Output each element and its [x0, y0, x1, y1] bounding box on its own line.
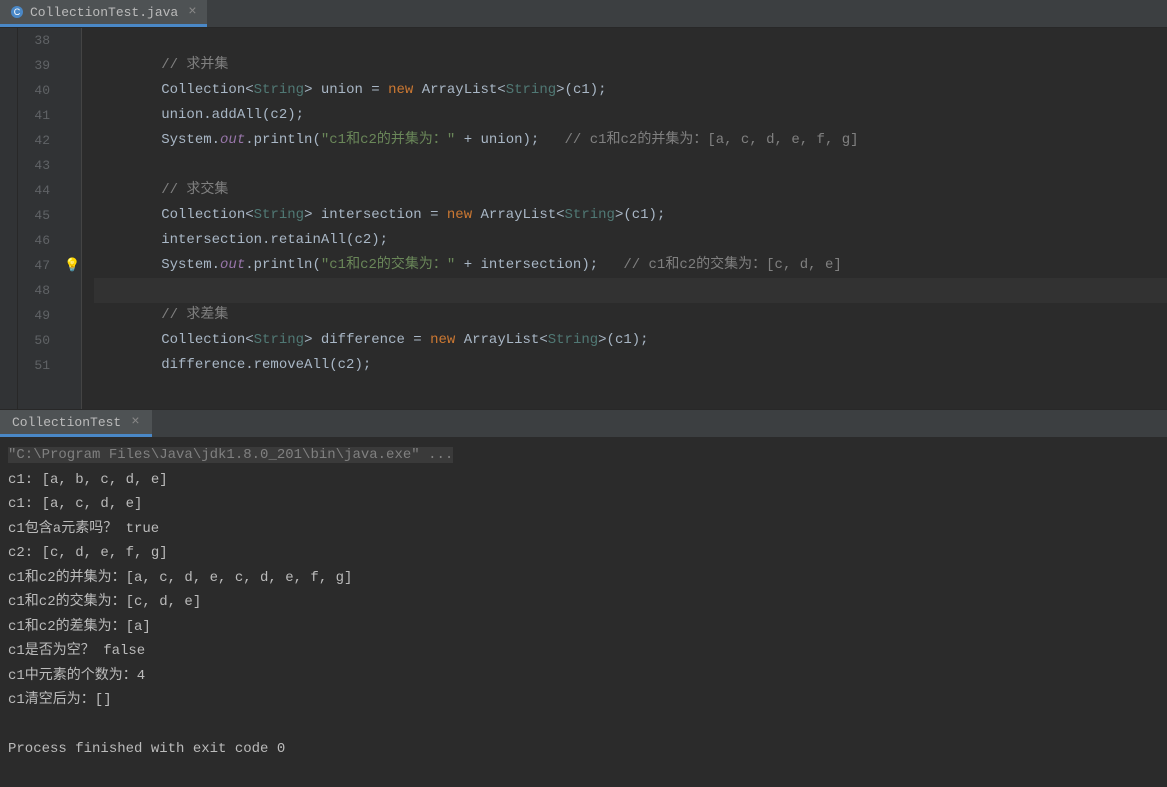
code-line[interactable]: // 求交集: [94, 178, 1167, 203]
code-line[interactable]: System.out.println("c1和c2的交集为：" + inters…: [94, 253, 1167, 278]
console-output[interactable]: "C:\Program Files\Java\jdk1.8.0_201\bin\…: [0, 437, 1167, 787]
code-line[interactable]: Collection<String> difference = new Arra…: [94, 328, 1167, 353]
console-command: "C:\Program Files\Java\jdk1.8.0_201\bin\…: [8, 447, 453, 463]
code-line[interactable]: // 求并集: [94, 53, 1167, 78]
line-number: 48: [18, 278, 50, 303]
code-line[interactable]: // 求差集: [94, 303, 1167, 328]
console-line: c1和c2的交集为：[c, d, e]: [8, 590, 1159, 615]
console-line: [8, 713, 1159, 738]
console-line: c2: [c, d, e, f, g]: [8, 541, 1159, 566]
editor-tab-label: CollectionTest.java: [30, 5, 178, 20]
code-line[interactable]: System.out.println("c1和c2的并集为：" + union)…: [94, 128, 1167, 153]
line-number: 50: [18, 328, 50, 353]
console-line: c1和c2的并集为：[a, c, d, e, c, d, e, f, g]: [8, 566, 1159, 591]
svg-text:C: C: [14, 7, 21, 17]
editor-tab-collectiontest[interactable]: C CollectionTest.java ×: [0, 0, 207, 27]
line-numbers-gutter: 3839404142434445464748495051: [18, 28, 64, 409]
gutter-icons: 💡: [64, 28, 82, 409]
line-number: 46: [18, 228, 50, 253]
console-line: c1和c2的差集为：[a]: [8, 615, 1159, 640]
gutter-margin: [0, 28, 18, 409]
console-line: Process finished with exit code 0: [8, 737, 1159, 762]
code-line[interactable]: intersection.retainAll(c2);: [94, 228, 1167, 253]
editor-tab-bar: C CollectionTest.java ×: [0, 0, 1167, 28]
editor-area[interactable]: 3839404142434445464748495051 💡 // 求并集 Co…: [0, 28, 1167, 409]
code-line[interactable]: [94, 153, 1167, 178]
line-number: 51: [18, 353, 50, 378]
line-number: 45: [18, 203, 50, 228]
code-line[interactable]: [94, 28, 1167, 53]
lightbulb-icon[interactable]: 💡: [64, 258, 80, 273]
run-tab-collectiontest[interactable]: CollectionTest ×: [0, 410, 152, 437]
close-icon[interactable]: ×: [127, 414, 139, 430]
line-number: 41: [18, 103, 50, 128]
line-number: 49: [18, 303, 50, 328]
code-content[interactable]: // 求并集 Collection<String> union = new Ar…: [82, 28, 1167, 409]
code-line[interactable]: union.addAll(c2);: [94, 103, 1167, 128]
console-line: c1清空后为：[]: [8, 688, 1159, 713]
console-line: c1: [a, c, d, e]: [8, 492, 1159, 517]
console-line: c1是否为空？ false: [8, 639, 1159, 664]
line-number: 38: [18, 28, 50, 53]
run-tab-label: CollectionTest: [12, 415, 121, 430]
java-class-icon: C: [10, 5, 24, 19]
code-line[interactable]: difference.removeAll(c2);: [94, 353, 1167, 378]
close-icon[interactable]: ×: [184, 4, 196, 20]
console-line: c1中元素的个数为：4: [8, 664, 1159, 689]
line-number: 39: [18, 53, 50, 78]
line-number: 44: [18, 178, 50, 203]
code-line[interactable]: [94, 278, 1167, 303]
code-line[interactable]: Collection<String> union = new ArrayList…: [94, 78, 1167, 103]
line-number: 43: [18, 153, 50, 178]
run-tab-bar: CollectionTest ×: [0, 409, 1167, 437]
console-line: c1包含a元素吗？ true: [8, 517, 1159, 542]
console-line: c1: [a, b, c, d, e]: [8, 468, 1159, 493]
line-number: 47: [18, 253, 50, 278]
line-number: 42: [18, 128, 50, 153]
code-line[interactable]: Collection<String> intersection = new Ar…: [94, 203, 1167, 228]
line-number: 40: [18, 78, 50, 103]
